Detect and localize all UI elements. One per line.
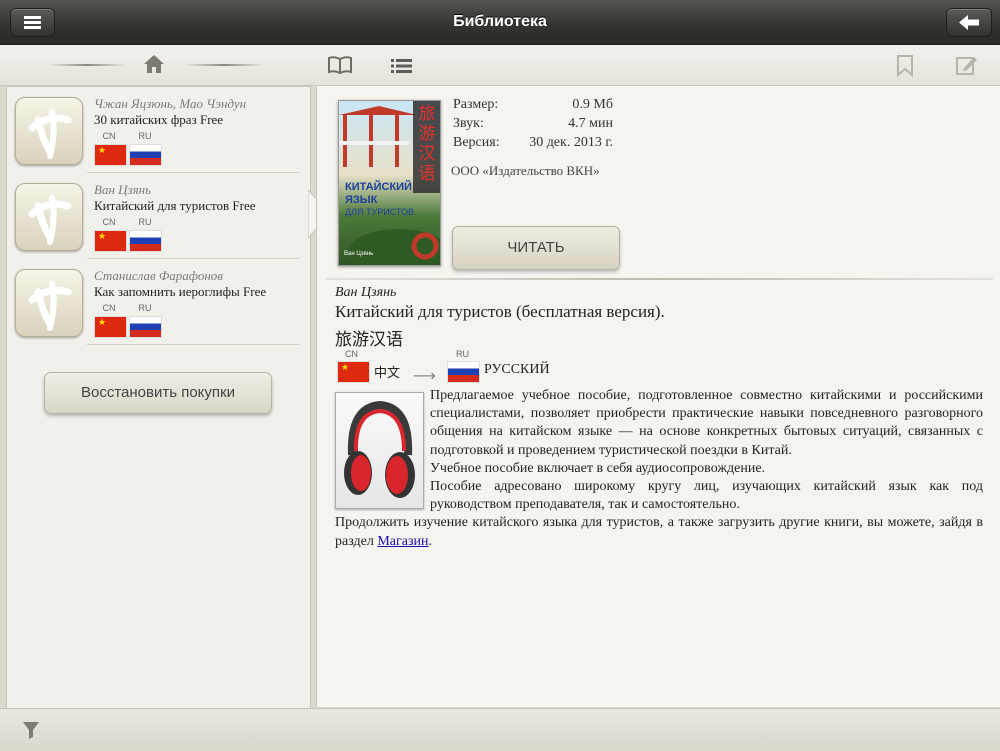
page-title: Библиотека xyxy=(453,13,547,30)
list-item[interactable]: Чжан Яцзюнь, Мао Чэндун 30 китайских фра… xyxy=(7,87,310,173)
book-author: Станислав Фарафонов xyxy=(94,268,223,283)
china-flag-icon: ★ xyxy=(94,230,127,252)
book-title: Как запомнить иероглифы Free xyxy=(94,284,267,299)
image-spacer xyxy=(335,387,430,509)
target-lang-code: RU xyxy=(456,349,469,359)
edit-note-button[interactable] xyxy=(956,55,978,80)
bookmark-button[interactable] xyxy=(896,55,914,82)
description-paragraph: Продолжить изучение китайского языка для… xyxy=(335,514,983,550)
description-paragraph: Предлагаемое учебное пособие, подготовле… xyxy=(430,388,983,458)
back-arrow-icon xyxy=(959,15,979,30)
restore-purchases-button[interactable]: Восстановить покупки xyxy=(44,372,272,414)
toolbar xyxy=(0,45,1000,86)
book-title: 30 китайских фраз Free xyxy=(94,112,224,127)
detail-title: Китайский для туристов (бесплатная верси… xyxy=(335,302,665,321)
china-flag-icon: ★ xyxy=(94,316,127,338)
edit-note-icon xyxy=(956,57,977,75)
list-item[interactable]: Ван Цзянь Китайский для туристов Free CN… xyxy=(7,173,310,259)
sound-label: Звук: xyxy=(453,116,484,131)
china-flag-icon: ★ xyxy=(337,361,370,383)
read-button[interactable]: ЧИТАТЬ xyxy=(452,226,620,270)
home-icon xyxy=(144,55,164,73)
section-divider xyxy=(325,278,993,280)
book-title: Китайский для туристов Free xyxy=(94,198,256,213)
top-navigation-bar: Библиотека xyxy=(0,0,1000,45)
description-paragraph: Пособие адресовано широкому кругу лиц, и… xyxy=(430,479,983,513)
list-item[interactable]: Станислав Фарафонов Как запомнить иерогл… xyxy=(7,259,310,345)
description-paragraph: Учебное пособие включает в себя аудиосоп… xyxy=(430,460,766,476)
list-icon xyxy=(391,59,412,73)
russia-flag-icon xyxy=(129,230,162,252)
sound-value: 4.7 мин xyxy=(568,116,613,131)
store-link[interactable]: Магазин xyxy=(377,534,428,549)
book-description: Предлагаемое учебное пособие, подготовле… xyxy=(335,387,983,551)
book-view-button[interactable] xyxy=(327,55,353,80)
book-thumbnail xyxy=(15,183,83,251)
book-detail-panel: 旅游汉语 КИТАЙСКИЙ ЯЗЫК ДЛЯ ТУРИСТОВ Ван Цзя… xyxy=(316,86,1000,707)
version-label: Версия: xyxy=(453,135,500,150)
source-lang-code: CN xyxy=(102,303,116,313)
home-button[interactable] xyxy=(143,54,165,79)
size-value: 0.9 Мб xyxy=(572,97,613,112)
target-lang-name: РУССКИЙ xyxy=(484,362,550,377)
app-logo-icon xyxy=(28,281,72,331)
book-author: Ван Цзянь xyxy=(94,182,152,197)
book-thumbnail xyxy=(15,97,83,165)
bookmark-icon xyxy=(897,55,913,78)
toolbar-divider-right xyxy=(184,64,264,66)
list-divider xyxy=(87,344,299,345)
app-logo-icon xyxy=(28,109,72,159)
toolbar-divider-left xyxy=(48,64,126,66)
arrow-right-icon: ⟶ xyxy=(413,366,436,385)
publisher: ООО «Издательство ВКН» xyxy=(451,163,600,178)
description-end: . xyxy=(428,533,432,549)
back-button[interactable] xyxy=(946,8,992,37)
filter-icon xyxy=(23,722,39,739)
size-label: Размер: xyxy=(453,97,499,112)
cover-chinese-title: 旅游汉语 xyxy=(418,104,436,184)
detail-chinese-title: 旅游汉语 xyxy=(335,330,403,350)
library-list: Чжан Яцзюнь, Мао Чэндун 30 китайских фра… xyxy=(6,86,311,709)
target-lang-code: RU xyxy=(138,303,152,313)
russia-flag-icon xyxy=(447,361,480,383)
detail-author: Ван Цзянь xyxy=(335,285,397,300)
source-lang-code: CN xyxy=(102,131,116,141)
app-logo-icon xyxy=(28,195,72,245)
china-flag-icon: ★ xyxy=(94,144,127,166)
source-lang-name: 中文 xyxy=(374,366,401,381)
russia-flag-icon xyxy=(129,144,162,166)
target-lang-code: RU xyxy=(138,217,152,227)
cover-title-line1: КИТАЙСКИЙ xyxy=(345,181,412,193)
book-author: Чжан Яцзюнь, Мао Чэндун xyxy=(94,96,247,111)
cover-title-line3: ДЛЯ ТУРИСТОВ xyxy=(345,207,414,217)
russia-flag-icon xyxy=(129,316,162,338)
bottom-toolbar xyxy=(0,708,1000,751)
target-lang-code: RU xyxy=(138,131,152,141)
open-book-icon xyxy=(328,56,352,75)
book-cover: 旅游汉语 КИТАЙСКИЙ ЯЗЫК ДЛЯ ТУРИСТОВ Ван Цзя… xyxy=(338,100,441,266)
description-text: Продолжить изучение китайского языка для… xyxy=(335,515,983,549)
book-thumbnail xyxy=(15,269,83,337)
cover-author: Ван Цзянь xyxy=(344,251,374,257)
list-view-button[interactable] xyxy=(391,58,413,79)
filter-button[interactable] xyxy=(22,720,40,745)
source-lang-code: CN xyxy=(102,217,116,227)
cover-title-line2: ЯЗЫК xyxy=(345,194,378,206)
source-lang-code: CN xyxy=(345,349,358,359)
version-value: 30 дек. 2013 г. xyxy=(529,135,613,150)
